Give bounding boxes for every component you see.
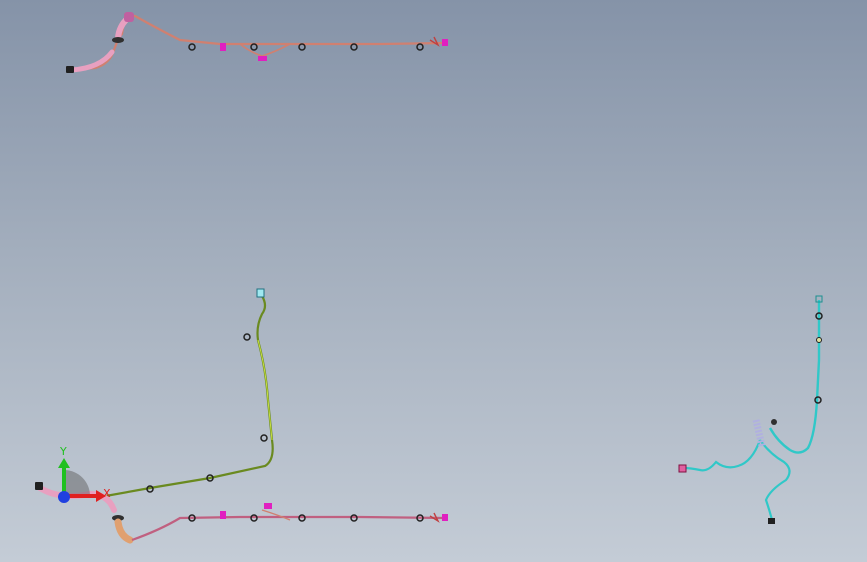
harness-green[interactable] (99, 288, 274, 499)
harness-bottom-end-connector[interactable] (35, 482, 43, 490)
harness-cyan-main-wire[interactable] (768, 300, 821, 454)
triad-shadow (64, 470, 90, 496)
model-canvas[interactable]: Y X (0, 0, 867, 562)
coordinate-triad-icon[interactable]: Y X (58, 445, 111, 503)
triad-z-axis (58, 491, 70, 503)
harness-top-end-connector[interactable] (66, 66, 74, 73)
harness-top-branch (239, 43, 291, 57)
graphics-viewport[interactable]: Y X (0, 0, 867, 562)
harness-cyan-magenta-connector[interactable] (678, 464, 687, 473)
harness-cyan-corrugated-tube (752, 419, 766, 447)
triad-y-label: Y (59, 445, 67, 458)
harness-cyan-branch-left[interactable] (683, 439, 762, 472)
harness-cyan-branch-down[interactable] (759, 439, 791, 521)
harness-top-conduit (69, 49, 115, 73)
harness-cyan-clip-4[interactable] (771, 419, 777, 425)
harness-bottom-orange-elbow (114, 518, 134, 544)
harness-green-end-connector[interactable] (256, 288, 265, 298)
harness-top-magenta-connector-1[interactable] (220, 43, 226, 51)
harness-green-clip-2[interactable] (260, 434, 268, 442)
harness-green-clip-1[interactable] (243, 333, 251, 341)
harness-top[interactable] (66, 12, 448, 73)
harness-cyan-end-connector-bottom[interactable] (768, 518, 775, 524)
harness-cyan-clip-2[interactable] (816, 337, 822, 343)
harness-top-end-magenta-connector[interactable] (442, 39, 448, 46)
harness-bottom-end-magenta-connector[interactable] (442, 514, 448, 521)
harness-top-magenta-connector-2[interactable] (258, 56, 267, 61)
harness-top-pink-bulb (124, 12, 134, 22)
triad-x-label: X (103, 487, 111, 500)
harness-top-grommet[interactable] (112, 37, 124, 43)
harness-green-main-wire[interactable] (99, 295, 274, 499)
harness-top-clip-1[interactable] (188, 43, 196, 51)
harness-bottom-main-wire[interactable] (131, 515, 446, 542)
harness-bottom-branch (261, 509, 291, 521)
harness-bottom-magenta-connector-1[interactable] (220, 511, 226, 519)
triad-y-arrow (58, 458, 70, 468)
harness-bottom-magenta-connector-2[interactable] (264, 503, 272, 509)
harness-top-clip-5[interactable] (416, 43, 424, 51)
harness-cyan[interactable] (678, 295, 823, 524)
